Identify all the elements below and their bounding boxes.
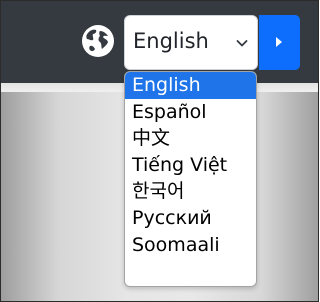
language-option-spanish[interactable]: Español — [125, 99, 256, 126]
play-arrow-icon — [276, 37, 282, 47]
chevron-down-icon — [236, 40, 248, 47]
language-submit-button[interactable] — [259, 15, 300, 70]
language-option-chinese[interactable]: 中文 — [125, 125, 256, 152]
language-option-somali[interactable]: Soomaali — [125, 232, 256, 259]
language-select-value: English — [133, 29, 209, 53]
page-frame: English English Español 中文 Tiếng Việt 한국… — [0, 0, 319, 302]
language-option-korean[interactable]: 한국어 — [125, 178, 256, 205]
language-option-vietnamese[interactable]: Tiếng Việt — [125, 152, 256, 179]
globe-icon — [82, 25, 114, 57]
language-dropdown-list: English Español 中文 Tiếng Việt 한국어 Русски… — [124, 71, 257, 287]
language-select[interactable]: English — [124, 15, 258, 70]
language-option-english[interactable]: English — [125, 72, 256, 99]
language-option-russian[interactable]: Русский — [125, 205, 256, 232]
